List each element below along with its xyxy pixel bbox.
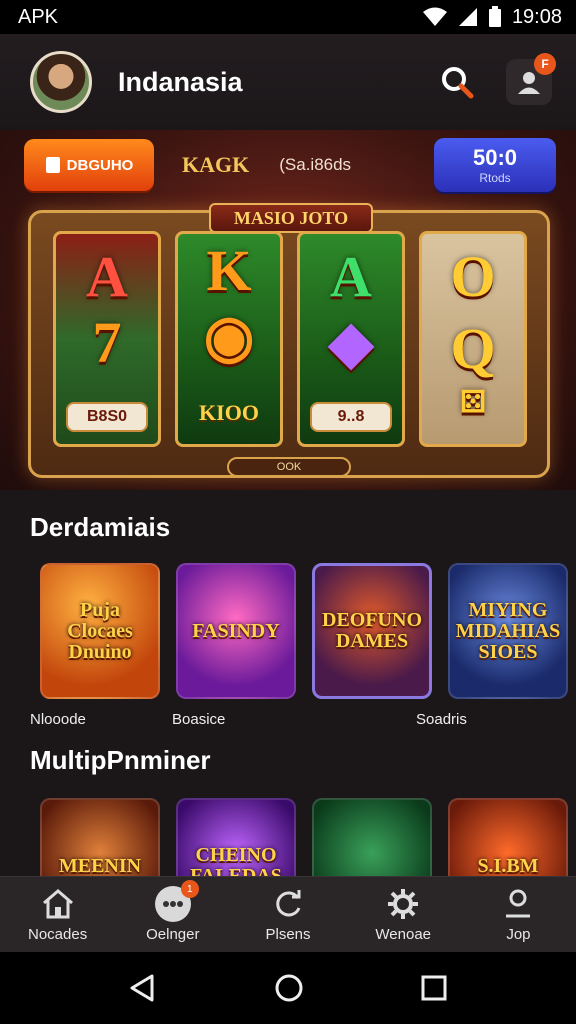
slot-reel-2: K ◉ KIOO [175,231,283,447]
game-caption[interactable]: Boasice [172,711,225,728]
nav-label: Plsens [265,926,311,943]
game-tile-text [368,862,376,870]
nav-item-profile[interactable]: Jop [461,877,576,952]
wifi-icon [422,7,447,26]
game-tile[interactable]: FASINDY [176,563,296,699]
slot-bottom-label: OOK [227,457,351,477]
app-title: Indanasia [118,66,243,97]
symbol-coin-icon: ◉ [203,304,255,369]
dice-icon: ⚄ [459,386,487,419]
app-header: Indanasia F [0,34,576,130]
profile-icon [500,886,536,922]
home-circle-icon[interactable] [274,973,304,1003]
slot-reel-4: O Q ⚄ [419,231,527,447]
reel-3-badge: 9..8 [310,402,392,432]
recents-icon[interactable] [420,974,448,1002]
status-icons: 19:08 [422,6,562,29]
nav-label: Jop [506,926,531,943]
game-tile-text: FASINDY [192,619,280,642]
promo-toolbar: DBGUHO KAGK (Sa.i86ds 50:0 Rtods [24,138,556,192]
search-button[interactable] [434,59,480,105]
ticket-icon [45,157,60,173]
slot-machine[interactable]: MASIO JOTO A 7 B8S0 K ◉ KIOO A ◆ 9..8 O … [28,203,550,478]
game-tile[interactable]: DEOFUNO DAMES [312,563,432,699]
back-icon[interactable] [128,973,158,1003]
symbol-a-icon: A [86,244,128,309]
account-button[interactable]: F [506,53,556,105]
nav-item-refresh[interactable]: Plsens [230,877,345,952]
search-icon [442,67,474,99]
symbol-q-icon: Q [450,316,496,381]
nav-item-chat[interactable]: 1 Oelnger [115,877,230,952]
game-caption[interactable]: Soadris [416,711,467,728]
section-title-2: MultipPnminer [30,745,211,775]
symbol-seven-icon: 7 [92,310,122,375]
notification-badge: F [534,53,556,75]
game-tile-text: DEOFUNO DAMES [322,609,422,652]
game-tile[interactable]: Puja Clocaes Dnuino [40,563,160,699]
system-nav-bar [0,952,576,1024]
clock: 19:08 [511,5,562,28]
promo-banner[interactable]: DBGUHO KAGK (Sa.i86ds 50:0 Rtods MASIO J… [0,130,576,490]
promo-right-button-label: Rtods [479,171,511,185]
chat-icon: 1 [154,880,199,922]
symbol-o-icon: O [450,244,496,309]
nav-badge: 1 [180,880,199,898]
battery-icon [488,6,501,27]
promo-left-button[interactable]: DBGUHO [24,139,154,191]
game-captions: Nlooode Boasice Soadris [0,711,576,741]
game-caption[interactable]: Nlooode [30,711,86,728]
symbol-gem-icon: ◆ [328,310,374,375]
slot-reel-1: A 7 B8S0 [53,231,161,447]
nav-item-home[interactable]: Nocades [0,877,115,952]
nav-item-settings[interactable]: Wenoae [346,877,461,952]
slot-reel-3: A ◆ 9..8 [297,231,405,447]
reel-2-text: KIOO [199,400,259,425]
refresh-icon [270,886,306,922]
settings-icon [385,886,421,922]
signal-icon [458,8,477,26]
nav-label: Oelnger [146,926,200,943]
game-tile[interactable]: MIYING MIDAHIAS SIOES [448,563,568,699]
symbol-k-icon: K [206,238,252,303]
promo-label-1: KAGK [182,152,250,177]
nav-label: Nocades [28,926,88,943]
promo-right-button[interactable]: 50:0 Rtods [434,138,556,192]
nav-label: Wenoae [375,926,432,943]
status-bar: APK 19:08 [0,0,576,34]
promo-right-button-value: 50:0 [472,145,518,170]
symbol-a-green-icon: A [330,244,372,309]
avatar[interactable] [30,51,92,113]
reel-1-badge: B8S0 [66,402,148,432]
home-icon [40,886,76,922]
section-title-1: Derdamiais [30,512,171,542]
slot-title: MASIO JOTO [209,203,373,233]
bottom-nav: Nocades 1 Oelnger Plsens Wenoae Jop [0,876,576,952]
carrier-label: APK [18,5,59,28]
promo-label-2: (Sa.i86ds [279,155,352,174]
app-screen: Indanasia F DBGUHO KAGK (Sa.i86ds 50:0 R… [0,34,576,952]
game-tile-text: MIYING MIDAHIAS SIOES [455,598,561,663]
promo-left-button-label: DBGUHO [66,156,134,174]
game-tile-text: Puja Clocaes Dnuino [67,598,133,663]
game-row-1: Puja Clocaes Dnuino FASINDY DEOFUNO DAME… [40,563,576,699]
